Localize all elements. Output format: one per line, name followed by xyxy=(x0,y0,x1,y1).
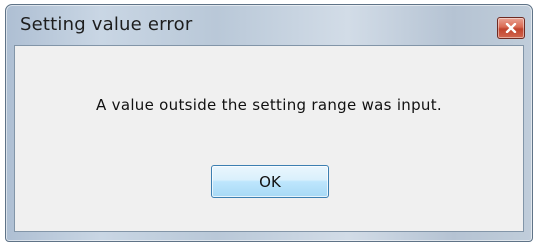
close-icon xyxy=(498,18,524,38)
error-message: A value outside the setting range was in… xyxy=(96,96,442,114)
error-dialog-window: Setting value error A value outside the … xyxy=(5,4,533,242)
dialog-body: A value outside the setting range was in… xyxy=(14,45,524,232)
close-button[interactable] xyxy=(497,17,525,39)
title-bar[interactable]: Setting value error xyxy=(6,5,532,43)
ok-button[interactable]: OK xyxy=(211,165,329,198)
dialog-title: Setting value error xyxy=(20,14,193,35)
